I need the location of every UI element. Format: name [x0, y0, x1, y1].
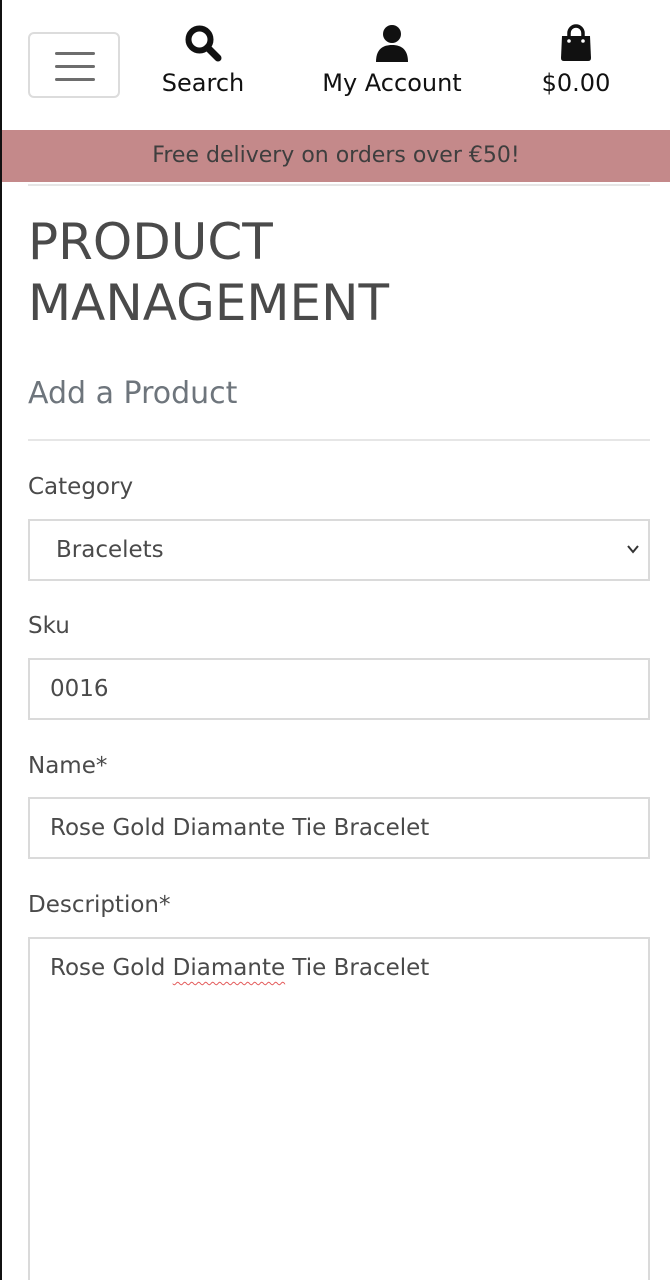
page: Search My Account $0.00 Free delivery on… [0, 0, 670, 1280]
divider [28, 439, 650, 441]
name-input[interactable]: Rose Gold Diamante Tie Bracelet [28, 797, 650, 859]
shopping-bag-icon [561, 24, 591, 61]
description-text: Tie Bracelet [285, 955, 430, 981]
description-text: Rose Gold [50, 955, 173, 981]
menu-toggle-button[interactable] [28, 32, 120, 98]
user-icon [376, 25, 408, 62]
delivery-banner: Free delivery on orders over €50! [2, 130, 670, 182]
sku-input[interactable]: 0016 [28, 658, 650, 720]
spellcheck-underlined-word: Diamante [172, 955, 286, 981]
description-label: Description* [28, 892, 171, 918]
site-header: Search My Account $0.00 [2, 0, 670, 130]
search-link[interactable]: Search [152, 24, 254, 98]
category-select[interactable]: Bracelets [28, 519, 650, 581]
divider [28, 184, 650, 186]
hamburger-icon [55, 52, 95, 55]
page-title: PRODUCT MANAGEMENT [28, 213, 390, 332]
name-label: Name* [28, 753, 108, 779]
search-icon [185, 25, 222, 62]
name-value: Rose Gold Diamante Tie Bracelet [50, 815, 430, 841]
my-account-link[interactable]: My Account [302, 24, 482, 98]
description-textarea[interactable]: Rose Gold Diamante Tie Bracelet [28, 937, 650, 1280]
sku-value: 0016 [50, 676, 109, 702]
bag-total: $0.00 [541, 69, 611, 97]
my-account-label: My Account [322, 69, 462, 97]
sku-label: Sku [28, 613, 70, 639]
chevron-down-icon [627, 545, 639, 554]
shopping-bag-link[interactable]: $0.00 [522, 24, 630, 98]
category-selected-value: Bracelets [56, 537, 164, 563]
page-subtitle: Add a Product [28, 376, 238, 411]
search-label: Search [161, 69, 245, 97]
category-label: Category [28, 474, 134, 500]
